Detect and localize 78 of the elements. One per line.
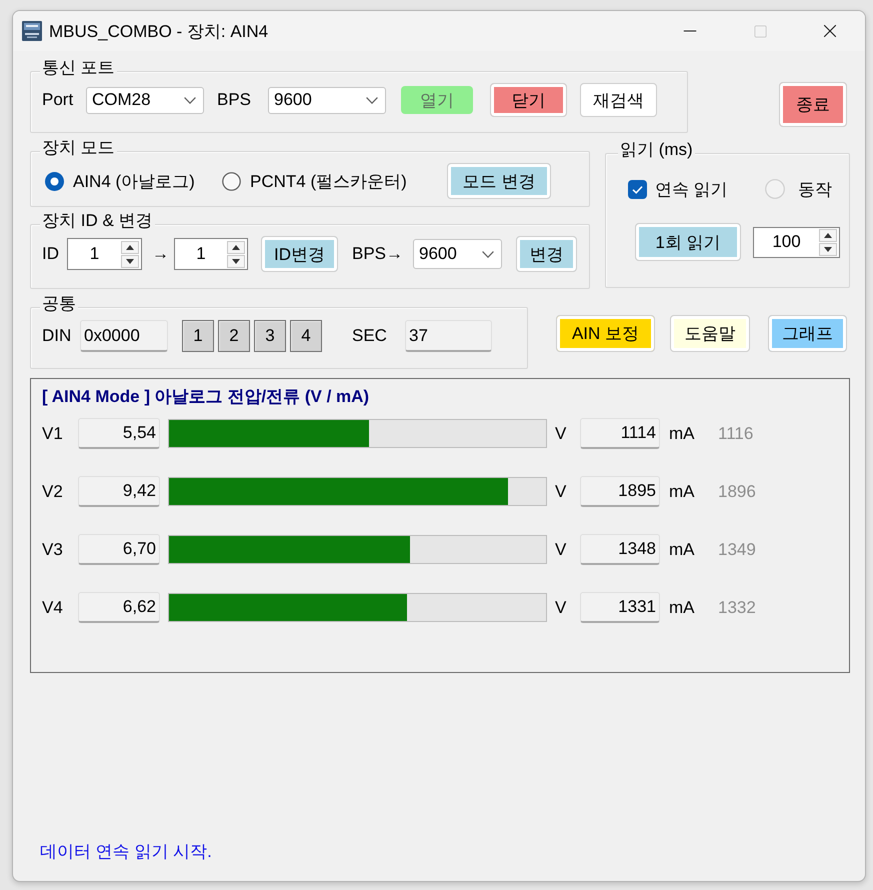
unit-label: mA — [669, 540, 696, 560]
group-label: 장치 모드 — [40, 138, 117, 157]
unit-label: mA — [669, 482, 696, 502]
bps-change-button[interactable]: 변경 — [516, 236, 577, 272]
group-label: 장치 ID & 변경 — [40, 211, 155, 230]
chevron-down-icon — [366, 96, 378, 104]
status-message: 데이터 연속 읽기 시작. — [40, 842, 212, 862]
input-indicator: 2 — [218, 320, 250, 352]
current-readout: 1348 — [580, 534, 660, 565]
bps-combo[interactable]: 9600 — [268, 86, 386, 114]
chevron-down-icon — [184, 96, 196, 104]
spin-up-icon[interactable] — [819, 228, 837, 242]
raw-value: 1116 — [718, 424, 754, 444]
radio-label[interactable]: PCNT4 (펄스카운터) — [250, 170, 447, 192]
new-id-spinner[interactable]: 1 — [174, 238, 248, 270]
window-title: MBUS_COMBO - 장치: AIN4 — [49, 20, 270, 42]
din-readout: 0x0000 — [80, 320, 168, 352]
group-label: 공통 — [40, 294, 78, 313]
rescan-button[interactable]: 재검색 — [580, 83, 657, 117]
help-button[interactable]: 도움말 — [670, 315, 750, 352]
unit-label: mA — [669, 598, 696, 618]
voltage-readout: 6,62 — [78, 592, 160, 623]
bps-label: BPS — [217, 90, 252, 110]
graph-button[interactable]: 그래프 — [768, 315, 847, 352]
exit-button[interactable]: 종료 — [779, 82, 847, 127]
raw-value: 1349 — [718, 540, 756, 560]
unit-label: mA — [669, 424, 696, 444]
port-label: Port — [42, 90, 74, 110]
current-readout: 1331 — [580, 592, 660, 623]
spin-down-icon[interactable] — [121, 254, 139, 268]
raw-value: 1896 — [718, 482, 756, 502]
indicator-label: 동작 — [798, 178, 832, 200]
panel-title: [ AIN4 Mode ] 아날로그 전압/전류 (V / mA) — [42, 387, 370, 407]
checkbox-label[interactable]: 연속 읽기 — [655, 178, 765, 200]
channel-label: V2 — [42, 482, 64, 502]
chevron-down-icon — [482, 250, 494, 258]
id-spinner[interactable]: 1 — [67, 238, 142, 270]
input-indicator: 3 — [254, 320, 286, 352]
unit-label: V — [555, 424, 568, 444]
calibrate-button[interactable]: AIN 보정 — [556, 315, 655, 352]
channel-label: V1 — [42, 424, 64, 444]
group-label: 읽기 (ms) — [618, 140, 695, 159]
close-port-button[interactable]: 닫기 — [490, 83, 567, 117]
sec-readout: 37 — [405, 320, 492, 352]
unit-label: V — [555, 598, 568, 618]
spin-down-icon[interactable] — [819, 242, 837, 256]
spin-down-icon[interactable] — [227, 254, 245, 268]
bps-label: BPS→ — [352, 244, 404, 264]
channel-label: V4 — [42, 598, 64, 618]
voltage-readout: 9,42 — [78, 476, 160, 507]
id-label: ID — [42, 244, 60, 264]
app-icon — [22, 21, 42, 41]
group-label: 통신 포트 — [40, 58, 117, 77]
radio-icon[interactable] — [45, 172, 64, 190]
interval-spinner[interactable]: 100 — [753, 226, 840, 258]
voltage-readout: 6,70 — [78, 534, 160, 565]
current-readout: 1895 — [580, 476, 660, 507]
unit-label: V — [555, 482, 568, 502]
current-readout: 1114 — [580, 418, 660, 449]
spin-up-icon[interactable] — [227, 240, 245, 254]
checkbox-icon[interactable] — [628, 180, 647, 198]
voltage-readout: 5,54 — [78, 418, 160, 449]
din-label: DIN — [42, 326, 72, 346]
read-once-button[interactable]: 1회 읽기 — [635, 223, 741, 261]
sec-label: SEC — [352, 326, 388, 346]
arrow-label: → — [152, 244, 170, 264]
radio-icon[interactable] — [222, 172, 241, 190]
input-indicator: 1 — [182, 320, 214, 352]
raw-value: 1332 — [718, 598, 756, 618]
channel-label: V3 — [42, 540, 64, 560]
radio-label[interactable]: AIN4 (아날로그) — [73, 170, 219, 192]
input-indicator: 4 — [290, 320, 322, 352]
new-bps-combo[interactable]: 9600 — [413, 239, 502, 269]
unit-label: V — [555, 540, 568, 560]
spin-up-icon[interactable] — [121, 240, 139, 254]
id-change-button[interactable]: ID변경 — [261, 236, 338, 272]
mode-change-button[interactable]: 모드 변경 — [447, 163, 551, 199]
port-combo[interactable]: COM28 — [86, 86, 204, 114]
